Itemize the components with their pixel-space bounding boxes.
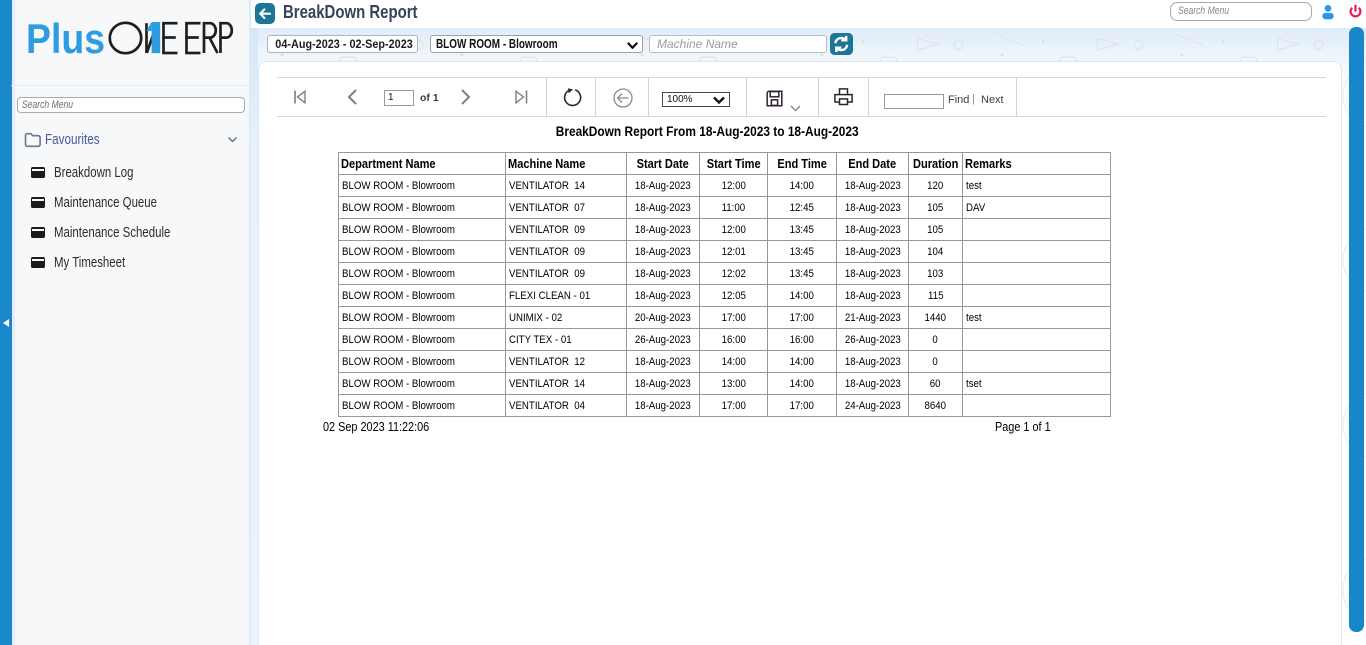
svg-text:Plus: Plus (26, 20, 105, 58)
